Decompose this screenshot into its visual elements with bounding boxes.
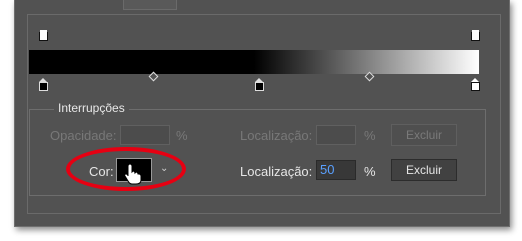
opacity-location-percent: % <box>364 128 376 143</box>
color-location-label: Localização: <box>240 164 313 179</box>
color-location-field[interactable]: 50 <box>316 160 356 180</box>
color-stop-right[interactable] <box>471 82 480 91</box>
stop-pointer-icon <box>39 78 47 82</box>
opacity-delete-button[interactable]: Excluir <box>391 124 457 146</box>
opacity-label: Opacidade: <box>50 128 117 143</box>
color-delete-button[interactable]: Excluir <box>391 159 457 181</box>
gradient-bar[interactable] <box>29 50 479 74</box>
color-stop-middle[interactable] <box>255 82 264 91</box>
opacity-stop-right[interactable] <box>471 30 480 41</box>
stop-pointer-icon <box>471 78 479 82</box>
section-title: Interrupções <box>54 101 129 115</box>
opacity-location-field[interactable] <box>316 125 356 145</box>
stop-cap <box>40 30 47 33</box>
color-stop-left[interactable] <box>39 82 48 91</box>
opacity-field[interactable] <box>120 125 170 145</box>
opacity-percent: % <box>176 128 188 143</box>
stop-pointer-icon <box>255 78 263 82</box>
stop-cap <box>472 30 479 33</box>
highlight-ring <box>66 147 186 191</box>
opacity-stop-left[interactable] <box>39 30 48 41</box>
color-location-percent: % <box>364 164 376 179</box>
opacity-location-label: Localização: <box>240 128 313 143</box>
top-control-edge <box>123 0 177 10</box>
